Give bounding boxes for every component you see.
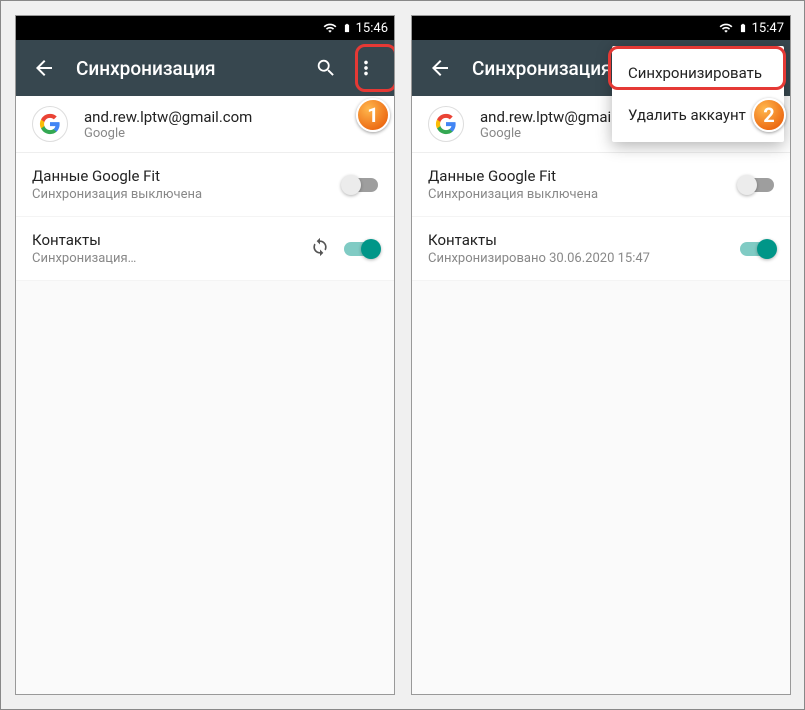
sync-toggle[interactable] [740, 242, 774, 256]
menu-item-sync-now[interactable]: Синхронизировать [612, 52, 784, 94]
toolbar-title: Синхронизация [64, 57, 306, 80]
sync-item-google-fit[interactable]: Данные Google Fit Синхронизация выключен… [412, 153, 790, 217]
sync-toggle[interactable] [344, 178, 378, 192]
sync-item-contacts[interactable]: Контакты Синхронизировано 30.06.2020 15:… [412, 217, 790, 281]
back-button[interactable] [420, 48, 460, 88]
overflow-menu-button[interactable] [346, 48, 386, 88]
phone-right: 15:47 Синхронизация and.rew.lptw@gmail.c… [411, 15, 791, 695]
annotation-badge: 1 [356, 98, 390, 132]
arrow-back-icon [428, 56, 452, 80]
sync-item-label: Данные Google Fit [32, 167, 344, 185]
search-button[interactable] [306, 48, 346, 88]
google-logo-icon [428, 106, 464, 142]
sync-item-sub: Синхронизация выключена [428, 187, 740, 202]
google-logo-icon [32, 106, 68, 142]
sync-progress-icon [310, 237, 330, 261]
sync-item-sub: Синхронизировано 30.06.2020 15:47 [428, 251, 740, 266]
status-time: 15:46 [356, 21, 388, 36]
account-provider: Google [84, 126, 252, 141]
sync-item-contacts[interactable]: Контакты Синхронизация… [16, 217, 394, 281]
status-bar: 15:46 [16, 16, 394, 40]
sync-item-label: Данные Google Fit [428, 167, 740, 185]
annotation-badge: 2 [752, 98, 786, 132]
account-row[interactable]: and.rew.lptw@gmail.com Google [16, 96, 394, 153]
more-vert-icon [355, 57, 377, 79]
sync-item-sub: Синхронизация… [32, 251, 310, 266]
sync-item-google-fit[interactable]: Данные Google Fit Синхронизация выключен… [16, 153, 394, 217]
battery-icon [738, 20, 748, 36]
arrow-back-icon [32, 56, 56, 80]
search-icon [315, 57, 337, 79]
sync-item-label: Контакты [428, 231, 740, 249]
battery-icon [342, 20, 352, 36]
sync-toggle[interactable] [344, 242, 378, 256]
status-bar: 15:47 [412, 16, 790, 40]
account-email: and.rew.lptw@gmail.com [84, 108, 252, 126]
status-time: 15:47 [752, 21, 784, 36]
wifi-icon [718, 21, 734, 35]
sync-item-sub: Синхронизация выключена [32, 187, 344, 202]
sync-item-label: Контакты [32, 231, 310, 249]
toolbar: Синхронизация [16, 40, 394, 96]
phone-left: 15:46 Синхронизация and.rew.lptw@gmail.c… [15, 15, 395, 695]
sync-toggle[interactable] [740, 178, 774, 192]
wifi-icon [322, 21, 338, 35]
back-button[interactable] [24, 48, 64, 88]
